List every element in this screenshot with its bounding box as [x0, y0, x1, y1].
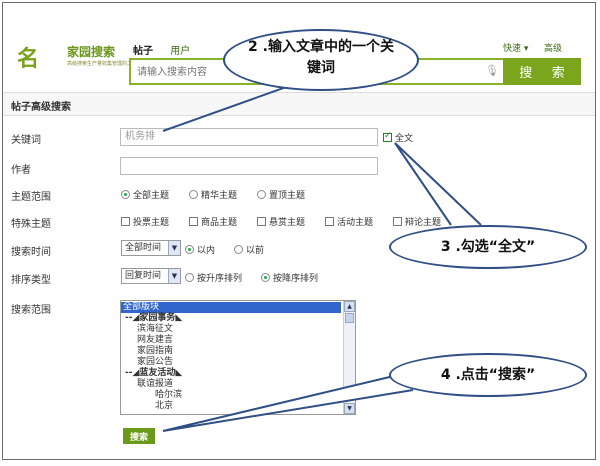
callout-text: 2 .输入文章中的一个关键词	[248, 39, 394, 76]
callout-step-2: 2 .输入文章中的一个关键词	[223, 29, 419, 91]
callout-pointer-line	[162, 374, 414, 432]
callout-pointer-line	[394, 142, 482, 226]
callout-text: 3 .勾选“全文”	[440, 239, 536, 255]
callout-step-4: 4 .点击“搜索”	[389, 353, 587, 397]
callout-text: 4 .点击“搜索”	[440, 367, 536, 383]
screenshot-frame: 名 家园搜索 高级搜索生产量收集管理的工具 帖子 用户 快速 ▾ 高级 🎙 搜 …	[2, 2, 596, 460]
callout-step-3: 3 .勾选“全文”	[389, 225, 587, 269]
